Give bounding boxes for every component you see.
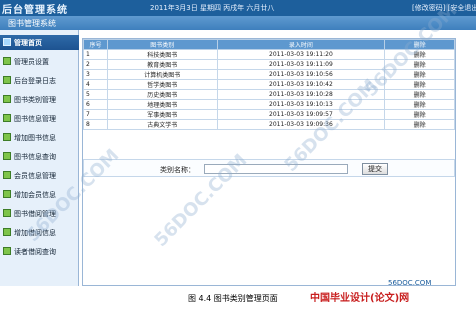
account-links[interactable]: [修改密码] [安全退出] xyxy=(412,3,476,13)
row-category: 军事类图书 xyxy=(106,109,218,120)
system-title: 图书管理系统 xyxy=(8,19,56,28)
row-number: 8 xyxy=(83,119,108,130)
table-row: 5 历史类图书 2011-03-03 19:10:28 删除 xyxy=(83,89,455,100)
row-category: 古典文学书 xyxy=(106,119,218,130)
date-display: 2011年3月3日 星期四 丙戌年 六月廿八 xyxy=(150,4,275,12)
folder-icon xyxy=(3,171,11,179)
top-header: 后台管理系统 2011年3月3日 星期四 丙戌年 六月廿八 [修改密码] [安全… xyxy=(0,0,476,16)
table-row: 7 军事类图书 2011-03-03 19:09:57 删除 xyxy=(83,109,455,120)
row-number: 6 xyxy=(83,99,108,110)
column-header-delete: 删除 xyxy=(384,39,455,50)
folder-icon xyxy=(3,95,11,103)
sidebar-item-label: 图书借阅管理 xyxy=(14,210,56,218)
folder-icon xyxy=(3,133,11,141)
row-time: 2011-03-03 19:11:09 xyxy=(216,59,386,70)
sidebar: 管理首页 管理员设置 后台登录日志 图书类别管理 图书信息管理 增加图书信息 图… xyxy=(0,30,79,286)
sidebar-item-label: 读者借阅查询 xyxy=(14,248,56,256)
folder-icon xyxy=(3,114,11,122)
folder-icon xyxy=(3,76,11,84)
sub-header: 图书管理系统 xyxy=(0,16,476,30)
delete-link[interactable]: 删除 xyxy=(384,59,455,70)
column-header-time: 录入时间 xyxy=(216,39,386,50)
row-number: 3 xyxy=(83,69,108,80)
delete-link[interactable]: 删除 xyxy=(384,49,455,60)
row-number: 5 xyxy=(83,89,108,100)
row-category: 计算机类图书 xyxy=(106,69,218,80)
sidebar-item-label: 图书信息管理 xyxy=(14,115,56,123)
folder-icon xyxy=(3,247,11,255)
sidebar-item-category-management[interactable]: 图书类别管理 xyxy=(0,92,79,107)
row-category: 科技类图书 xyxy=(106,49,218,60)
sidebar-item-label: 会员信息管理 xyxy=(14,172,56,180)
sidebar-item-add-member[interactable]: 增加会员信息 xyxy=(0,187,79,202)
row-category: 哲学类图书 xyxy=(106,79,218,90)
app-logo: 后台管理系统 xyxy=(2,5,68,16)
site-watermark: 中国毕业设计(论文)网 xyxy=(310,293,410,304)
sidebar-item-home[interactable]: 管理首页 xyxy=(0,35,79,50)
sidebar-item-add-book[interactable]: 增加图书信息 xyxy=(0,130,79,145)
sidebar-item-label: 后台登录日志 xyxy=(14,77,56,85)
table-row: 8 古典文学书 2011-03-03 19:09:36 删除 xyxy=(83,119,455,130)
delete-link[interactable]: 删除 xyxy=(384,69,455,80)
row-time: 2011-03-03 19:09:57 xyxy=(216,109,386,120)
delete-link[interactable]: 删除 xyxy=(384,119,455,130)
row-time: 2011-03-03 19:10:13 xyxy=(216,99,386,110)
row-time: 2011-03-03 19:09:36 xyxy=(216,119,386,130)
sidebar-item-label: 图书信息查询 xyxy=(14,153,56,161)
delete-link[interactable]: 删除 xyxy=(384,79,455,90)
table-row: 1 科技类图书 2011-03-03 19:11:20 删除 xyxy=(83,49,455,60)
sidebar-item-book-management[interactable]: 图书信息管理 xyxy=(0,111,79,126)
table-header-row: 序号 图书类别 录入时间 删除 xyxy=(83,39,455,50)
sidebar-item-label: 管理员设置 xyxy=(14,58,49,66)
table-row: 2 教育类图书 2011-03-03 19:11:09 删除 xyxy=(83,59,455,70)
folder-icon xyxy=(3,152,11,160)
sidebar-item-book-query[interactable]: 图书信息查询 xyxy=(0,149,79,164)
category-table: 序号 图书类别 录入时间 删除 1 科技类图书 2011-03-03 19:11… xyxy=(83,39,455,130)
row-number: 1 xyxy=(83,49,108,60)
folder-icon xyxy=(3,38,11,46)
folder-icon xyxy=(3,209,11,217)
row-category: 历史类图书 xyxy=(106,89,218,100)
row-time: 2011-03-03 19:10:42 xyxy=(216,79,386,90)
sidebar-item-borrow-management[interactable]: 图书借阅管理 xyxy=(0,206,79,221)
sidebar-item-label: 增加会员信息 xyxy=(14,191,56,199)
delete-link[interactable]: 删除 xyxy=(384,99,455,110)
sidebar-item-add-borrow[interactable]: 增加借阅信息 xyxy=(0,225,79,240)
row-category: 地理类图书 xyxy=(106,99,218,110)
row-number: 7 xyxy=(83,109,108,120)
sidebar-item-label: 图书类别管理 xyxy=(14,96,56,104)
table-row: 4 哲学类图书 2011-03-03 19:10:42 删除 xyxy=(83,79,455,90)
category-name-input[interactable] xyxy=(204,164,348,174)
sidebar-item-label: 管理首页 xyxy=(14,39,42,47)
site-url-watermark: 56DOC.COM xyxy=(388,279,432,287)
sidebar-item-login-log[interactable]: 后台登录日志 xyxy=(0,73,79,88)
sidebar-item-reader-borrow-query[interactable]: 读者借阅查询 xyxy=(0,244,79,259)
sidebar-item-admin-settings[interactable]: 管理员设置 xyxy=(0,54,79,69)
row-number: 4 xyxy=(83,79,108,90)
folder-icon xyxy=(3,57,11,65)
row-time: 2011-03-03 19:10:56 xyxy=(216,69,386,80)
folder-icon xyxy=(3,190,11,198)
row-category: 教育类图书 xyxy=(106,59,218,70)
sidebar-item-member-management[interactable]: 会员信息管理 xyxy=(0,168,79,183)
delete-link[interactable]: 删除 xyxy=(384,89,455,100)
sidebar-item-label: 增加借阅信息 xyxy=(14,229,56,237)
category-name-label: 类别名称： xyxy=(160,166,195,174)
table-row: 3 计算机类图书 2011-03-03 19:10:56 删除 xyxy=(83,69,455,80)
column-header-category: 图书类别 xyxy=(106,39,218,50)
table-row: 6 地理类图书 2011-03-03 19:10:13 删除 xyxy=(83,99,455,110)
column-header-no: 序号 xyxy=(83,39,108,50)
submit-button[interactable]: 提交 xyxy=(362,163,388,175)
sidebar-item-label: 增加图书信息 xyxy=(14,134,56,142)
row-time: 2011-03-03 19:11:20 xyxy=(216,49,386,60)
search-form: 类别名称： 提交 xyxy=(83,159,455,177)
delete-link[interactable]: 删除 xyxy=(384,109,455,120)
row-number: 2 xyxy=(83,59,108,70)
folder-icon xyxy=(3,228,11,236)
figure-caption: 图 4.4 图书类别管理页面 xyxy=(188,294,278,303)
main-content: 序号 图书类别 录入时间 删除 1 科技类图书 2011-03-03 19:11… xyxy=(82,38,456,286)
row-time: 2011-03-03 19:10:28 xyxy=(216,89,386,100)
